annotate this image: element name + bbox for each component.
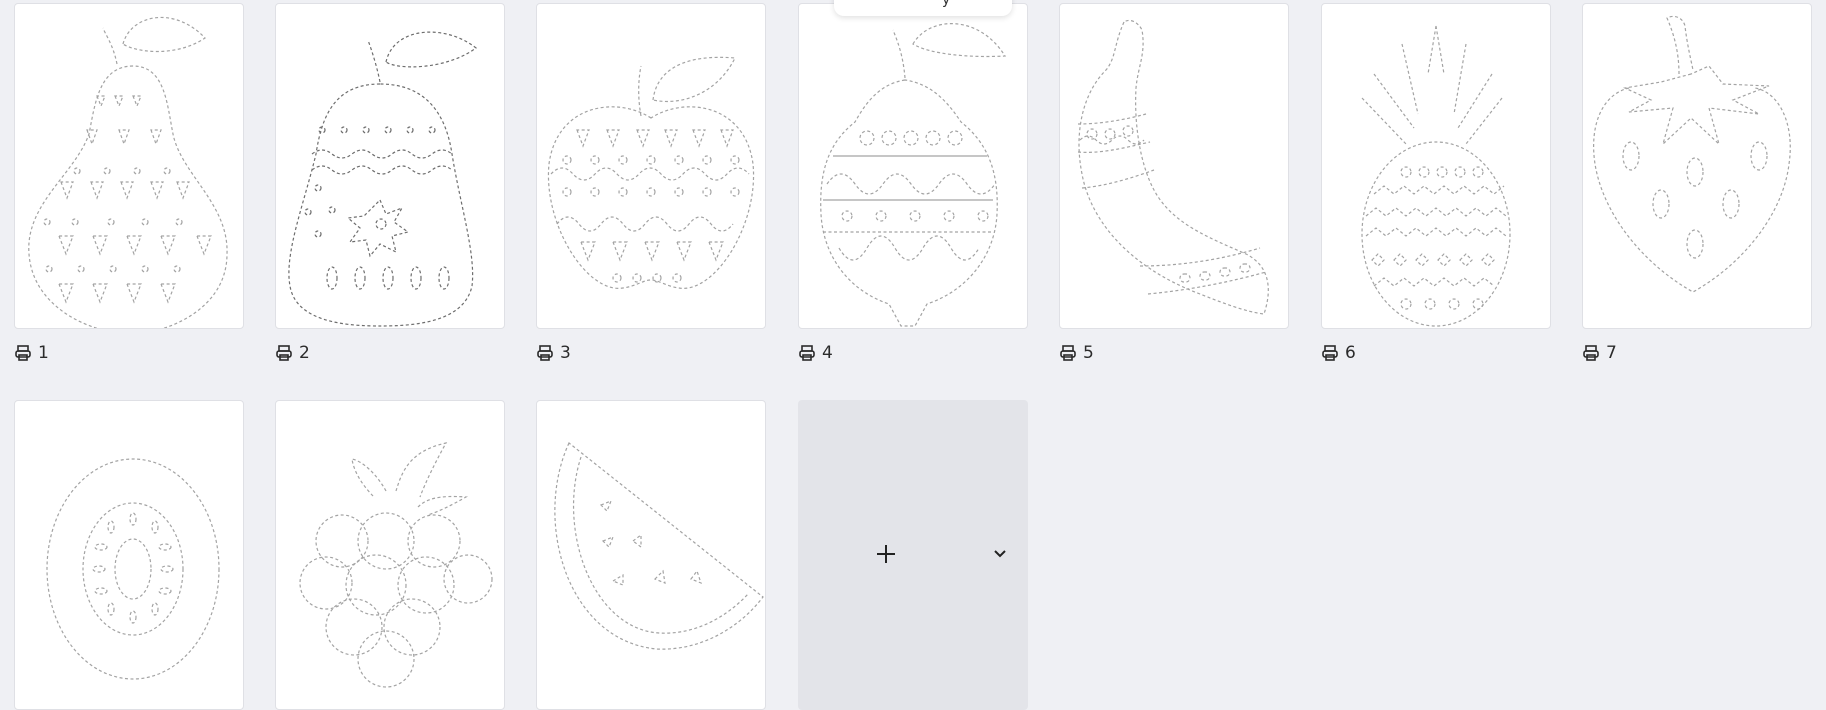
page-label: 6 — [1321, 343, 1356, 363]
page-number: 2 — [299, 343, 310, 363]
page-label: 3 — [536, 343, 571, 363]
banana-icon — [1077, 19, 1269, 315]
chevron-down-icon[interactable] — [993, 548, 1007, 560]
page-number: 3 — [560, 343, 571, 363]
page-label: 2 — [275, 343, 310, 363]
page-thumbnail-9[interactable] — [275, 400, 505, 710]
page-thumbnail-7[interactable] — [1582, 3, 1812, 329]
printer-icon — [15, 345, 31, 361]
page-thumbnail-8[interactable] — [14, 400, 244, 710]
page-thumbnail-6[interactable] — [1321, 3, 1551, 329]
page-number: 5 — [1083, 343, 1094, 363]
printer-icon — [799, 345, 815, 361]
page-thumbnail-4[interactable] — [798, 3, 1028, 329]
page-number: 6 — [1345, 343, 1356, 363]
printer-icon — [1322, 345, 1338, 361]
kiwi-icon — [46, 458, 220, 680]
pineapple-icon — [1361, 25, 1511, 327]
pear-icon — [28, 16, 228, 328]
watermelon-icon — [554, 442, 764, 650]
page-thumbnail-5[interactable] — [1059, 3, 1289, 329]
page-label: 4 — [798, 343, 833, 363]
add-page-button[interactable] — [798, 400, 1028, 710]
printer-icon — [1583, 345, 1599, 361]
apple-icon — [547, 56, 755, 289]
plus-icon[interactable] — [874, 542, 898, 566]
page-thumbnail-10[interactable] — [536, 400, 766, 710]
page-number: 1 — [38, 343, 49, 363]
tooltip-text: y — [942, 0, 951, 8]
pear-icon — [288, 31, 477, 327]
raspberry-icon — [299, 442, 493, 688]
page-thumbnail-3[interactable] — [536, 3, 766, 329]
printer-icon — [537, 345, 553, 361]
strawberry-icon — [1593, 15, 1791, 293]
printer-icon — [1060, 345, 1076, 361]
lemon-icon — [820, 23, 1007, 327]
page-thumbnail-1[interactable] — [14, 3, 244, 329]
page-thumbnail-2[interactable] — [275, 3, 505, 329]
page-label: 1 — [14, 343, 49, 363]
page-label: 5 — [1059, 343, 1094, 363]
tooltip: y — [834, 0, 1012, 16]
page-number: 4 — [822, 343, 833, 363]
page-number: 7 — [1606, 343, 1617, 363]
printer-icon — [276, 345, 292, 361]
page-label: 7 — [1582, 343, 1617, 363]
